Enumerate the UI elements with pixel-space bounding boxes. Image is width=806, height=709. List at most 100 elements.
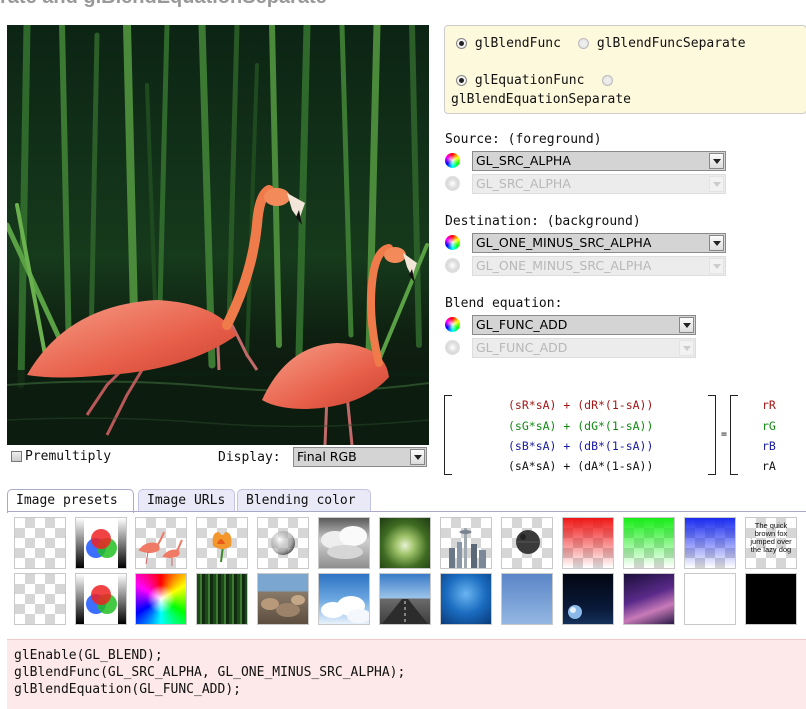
cloud-icon: [321, 526, 367, 559]
right-bracket: [708, 395, 716, 475]
display-label: Display:: [218, 450, 281, 465]
equation-alpha-select: GL_FUNC_ADD: [472, 338, 696, 358]
source-select-value: GL_SRC_ALPHA: [476, 153, 571, 168]
road-icon: [382, 599, 428, 624]
preset-forest-canopy[interactable]: [379, 517, 431, 569]
chevron-down-icon: [709, 235, 724, 251]
cloud-icon: [321, 596, 369, 623]
radio-option-glblendequationseparate[interactable]: [602, 73, 613, 88]
preset-death-star[interactable]: [501, 517, 553, 569]
equation-label: Blend equation:: [445, 296, 563, 311]
preset-text-sample: The quick brown fox jumped over the lazy…: [750, 521, 792, 554]
chevron-down-icon: [709, 153, 724, 169]
radio-option-glequationfunc[interactable]: glEquationFunc: [456, 73, 584, 88]
preset-ocean[interactable]: [440, 573, 492, 625]
rocks-icon: [261, 595, 305, 617]
equation-select[interactable]: GL_FUNC_ADD: [472, 315, 696, 335]
preset-tulip[interactable]: [196, 517, 248, 569]
formula-row-red: (sR*sA) + (dR*(1-sA)): [508, 398, 654, 412]
destination-alpha-select-value: GL_ONE_MINUS_SRC_ALPHA: [476, 258, 652, 273]
formula-row-alpha: (sA*sA) + (dA*(1-sA)): [508, 459, 654, 473]
equation-select-value: GL_FUNC_ADD: [476, 317, 568, 332]
tab-image-presets[interactable]: Image presets: [7, 489, 134, 513]
preset-earth-space[interactable]: [562, 573, 614, 625]
chevron-down-icon: [709, 176, 724, 192]
preset-black[interactable]: [745, 573, 797, 625]
blend-mode-panel: glBlendFunc glBlendFuncSeparate glEquati…: [444, 25, 806, 114]
preset-transparent[interactable]: [14, 517, 66, 569]
result-alpha: rA: [762, 459, 776, 473]
radio-option-glblendfuncseparate[interactable]: glBlendFuncSeparate: [578, 36, 746, 51]
display-select-value: Final RGB: [297, 449, 357, 464]
code-line: glBlendEquation(GL_FUNC_ADD);: [14, 682, 241, 697]
premultiply-checkbox[interactable]: [11, 451, 22, 462]
sphere-icon: [271, 531, 295, 555]
page-title: rate and glBlendEquationSeparate: [0, 0, 327, 9]
preset-city-skyline[interactable]: [440, 517, 492, 569]
display-select[interactable]: Final RGB: [293, 447, 427, 467]
left-bracket: [444, 395, 452, 475]
preset-text[interactable]: The quick brown fox jumped over the lazy…: [745, 517, 797, 569]
source-alpha-select: GL_SRC_ALPHA: [472, 174, 726, 194]
preset-red-fade[interactable]: [562, 517, 614, 569]
code-line: glBlendFunc(GL_SRC_ALPHA, GL_ONE_MINUS_S…: [14, 665, 406, 680]
preset-reeds[interactable]: [196, 573, 248, 625]
color-wheel-icon[interactable]: [445, 235, 460, 250]
premultiply-label: Premultiply: [25, 449, 112, 464]
preset-flamingos[interactable]: [135, 517, 187, 569]
preset-road[interactable]: [379, 573, 431, 625]
premultiply-option[interactable]: Premultiply: [11, 449, 111, 464]
equation-alpha-select-value: GL_FUNC_ADD: [476, 340, 568, 355]
tab-blending-color[interactable]: Blending color: [237, 489, 371, 512]
destination-alpha-select: GL_ONE_MINUS_SRC_ALPHA: [472, 256, 726, 276]
radio-option-glblendfunc[interactable]: glBlendFunc: [456, 36, 561, 51]
earth-icon: [568, 605, 582, 619]
alpha-circle-icon: [445, 340, 460, 355]
radio-label: glEquationFunc: [474, 73, 585, 88]
preset-rgb-circles-2[interactable]: [75, 573, 127, 625]
preset-white[interactable]: [684, 573, 736, 625]
tab-image-urls[interactable]: Image URLs: [138, 489, 235, 512]
radio-button[interactable]: [578, 38, 589, 49]
alpha-circle-icon: [445, 176, 460, 191]
tab-divider: [7, 511, 806, 512]
source-alpha-select-value: GL_SRC_ALPHA: [476, 176, 571, 191]
preset-rgb-circles[interactable]: [75, 517, 127, 569]
radio-label-glblendequationseparate: glBlendEquationSeparate: [451, 92, 632, 107]
flamingo-icon: [138, 531, 183, 566]
skyline-icon: [449, 528, 486, 568]
result-red: rR: [762, 398, 776, 412]
code-line: glEnable(GL_BLEND);: [14, 648, 163, 663]
formula-row-green: (sG*sA) + (dG*(1-sA)): [508, 419, 654, 433]
preset-blue-fade[interactable]: [684, 517, 736, 569]
radio-button-selected[interactable]: [456, 75, 467, 86]
destination-select-value: GL_ONE_MINUS_SRC_ALPHA: [476, 235, 652, 250]
result-blue: rB: [762, 439, 776, 453]
chevron-down-icon: [410, 449, 425, 465]
preset-sky-clouds[interactable]: [318, 573, 370, 625]
flamingo-image: [7, 25, 429, 445]
preset-glass-sphere[interactable]: [257, 517, 309, 569]
preset-blue-haze[interactable]: [501, 573, 553, 625]
source-select[interactable]: GL_SRC_ALPHA: [472, 151, 726, 171]
preset-rocks[interactable]: [257, 573, 309, 625]
chevron-down-icon: [679, 317, 694, 333]
color-wheel-icon[interactable]: [445, 153, 460, 168]
blend-result-image: [7, 25, 429, 445]
color-wheel-icon[interactable]: [445, 317, 460, 332]
rgb-circles-icon: [76, 518, 126, 568]
alpha-circle-icon: [445, 258, 460, 273]
preset-transparent-2[interactable]: [14, 573, 66, 625]
planet-icon: [516, 530, 540, 554]
preset-galaxy[interactable]: [623, 573, 675, 625]
destination-label: Destination: (background): [445, 214, 641, 229]
chevron-down-icon: [709, 258, 724, 274]
preset-green-fade[interactable]: [623, 517, 675, 569]
radio-label: glBlendFuncSeparate: [596, 36, 746, 51]
radio-button[interactable]: [602, 75, 613, 86]
destination-select[interactable]: GL_ONE_MINUS_SRC_ALPHA: [472, 233, 726, 253]
preset-color-wheel[interactable]: [135, 573, 187, 625]
radio-button-selected[interactable]: [456, 38, 467, 49]
rgb-circles-icon: [76, 574, 126, 624]
preset-clouds[interactable]: [318, 517, 370, 569]
